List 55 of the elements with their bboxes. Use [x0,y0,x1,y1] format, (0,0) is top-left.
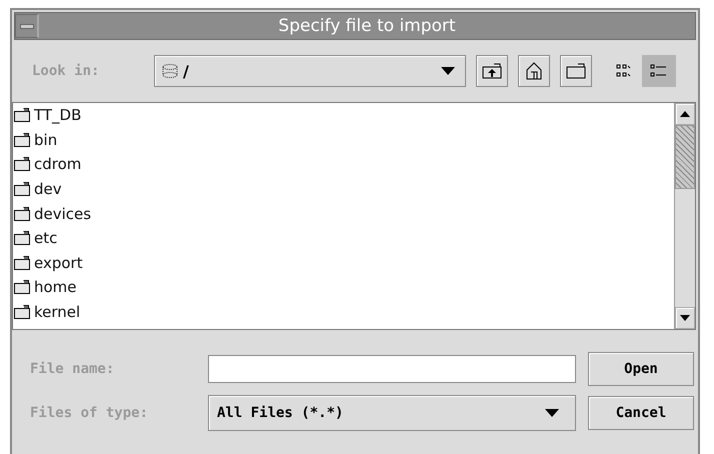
cancel-button[interactable]: Cancel [588,396,694,430]
look-in-label: Look in: [32,63,100,79]
scroll-down-button[interactable] [675,307,695,329]
folder-item[interactable]: kernel [13,300,674,324]
scroll-up-button[interactable] [675,103,695,125]
scroll-thumb[interactable] [675,125,695,189]
window-title: Specify file to import [277,16,457,36]
folder-icon [566,63,586,79]
look-in-value: / [183,62,190,80]
folder-icon [14,305,30,320]
open-button[interactable]: Open [588,352,694,386]
window-menu-button[interactable] [15,14,39,38]
file-name-field[interactable] [208,355,576,383]
file-name-label: File name: [30,361,116,377]
folder-item[interactable]: home [13,275,674,300]
home-icon [525,62,543,80]
up-arrow-icon [680,111,690,117]
folder-item[interactable]: etc [13,226,674,251]
folder-icon [14,206,30,221]
file-type-dropdown[interactable]: All Files (*.*) [208,395,576,431]
down-arrow-icon [680,315,690,321]
folder-name: export [34,254,83,272]
folder-up-icon [482,63,502,79]
folder-name: home [34,278,77,296]
folder-name: etc [34,229,58,248]
look-in-dropdown[interactable]: / [154,55,466,87]
file-type-label: Files of type: [30,405,150,421]
folder-icon [14,182,30,196]
folder-icon [14,132,30,147]
folder-item[interactable]: devices [13,201,674,226]
folder-item[interactable]: bin [13,128,674,152]
details-view-button[interactable] [642,55,676,87]
folder-item[interactable]: dev [13,176,674,202]
folder-name: dev [34,180,62,198]
caret-icon [441,67,455,75]
folder-name: devices [34,204,92,223]
folder-name: bin [34,130,58,149]
home-button[interactable] [518,55,550,87]
folder-icon [14,280,30,294]
scrollbar[interactable] [674,103,695,329]
folder-icon [14,231,30,246]
new-folder-button[interactable] [560,55,592,87]
folder-item[interactable]: cdrom [13,152,674,177]
folder-name: kernel [34,303,80,322]
caret-icon [545,409,559,417]
folder-icon [14,256,30,270]
details-view-icon [650,64,668,78]
folder-item[interactable]: export [13,250,674,276]
up-folder-button[interactable] [476,55,508,87]
folder-name: TT_DB [34,106,82,124]
folder-name: cdrom [34,155,82,174]
disk-icon [161,63,179,79]
folder-icon [14,157,30,172]
folder-item[interactable]: TT_DB [13,103,674,128]
folder-icon [14,108,30,122]
